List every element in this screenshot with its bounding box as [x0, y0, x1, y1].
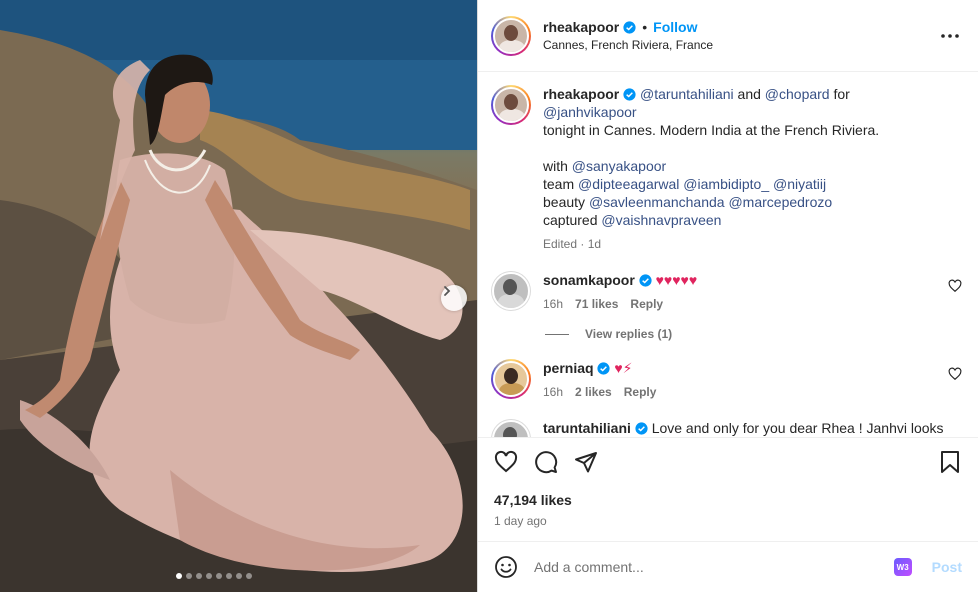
- comment-text: ♥♥♥♥♥: [655, 272, 698, 288]
- post-side-panel: rheakapoor • Follow Cannes, French Rivie…: [477, 0, 978, 592]
- comment-text: Love and only for you dear Rhea ! Janhvi…: [651, 420, 944, 436]
- caption: rheakapoor @taruntahiliani and @chopard …: [491, 85, 962, 253]
- likes-count[interactable]: 47,194 likes: [494, 492, 962, 508]
- comments-list[interactable]: rheakapoor @taruntahiliani and @chopard …: [478, 73, 978, 437]
- save-button[interactable]: [938, 450, 962, 474]
- verified-badge-icon: [635, 422, 648, 435]
- carousel-indicator: [176, 573, 252, 579]
- caption-text: for: [833, 86, 850, 102]
- post-comment-button[interactable]: Post: [932, 559, 962, 575]
- comment-item: perniaq ♥⚡ 16h 2 likes Reply: [491, 359, 962, 401]
- comment-avatar[interactable]: [491, 271, 531, 311]
- extension-icon[interactable]: W3: [893, 558, 912, 576]
- comment-username[interactable]: sonamkapoor: [543, 272, 635, 288]
- follow-button[interactable]: Follow: [653, 18, 697, 37]
- carousel-dot: [236, 573, 242, 579]
- verified-badge-icon: [623, 21, 636, 34]
- mention-link[interactable]: @chopard: [765, 86, 830, 102]
- comment-item: sonamkapoor ♥♥♥♥♥ 16h 71 likes Reply: [491, 271, 962, 313]
- comment-text: ♥⚡: [614, 360, 633, 376]
- post-header: rheakapoor • Follow Cannes, French Rivie…: [478, 0, 978, 72]
- comment-item: taruntahiliani Love and only for you dea…: [491, 419, 962, 437]
- post-location[interactable]: Cannes, French Riviera, France: [543, 37, 938, 53]
- carousel-dot: [226, 573, 232, 579]
- like-comment-heart-icon[interactable]: [948, 367, 962, 381]
- caption-text: tonight in Cannes. Modern India at the F…: [543, 122, 880, 138]
- verified-badge-icon: [639, 274, 652, 287]
- edited-timestamp: Edited · 1d: [543, 237, 602, 251]
- verified-badge-icon: [623, 88, 636, 101]
- comment-avatar[interactable]: [491, 419, 531, 437]
- mention-link[interactable]: @niyatiij: [773, 176, 826, 192]
- comment-username[interactable]: taruntahiliani: [543, 420, 631, 436]
- author-username[interactable]: rheakapoor: [543, 18, 619, 37]
- add-comment-bar: W3 Post: [478, 541, 978, 592]
- author-avatar[interactable]: [491, 15, 531, 56]
- comment-likes[interactable]: 71 likes: [575, 295, 618, 313]
- mention-link[interactable]: @janhvikapoor: [543, 104, 637, 120]
- heart-icon: [494, 450, 518, 473]
- caption-text: with: [543, 158, 568, 174]
- carousel-dot: [196, 573, 202, 579]
- post-actions: 47,194 likes 1 day ago: [478, 437, 978, 528]
- more-options-button[interactable]: [938, 24, 962, 48]
- post-photo[interactable]: [0, 0, 477, 592]
- photo-illustration: [0, 0, 477, 592]
- caption-text: beauty: [543, 194, 586, 210]
- carousel-dot: [186, 573, 192, 579]
- emoji-smiley-icon[interactable]: [494, 555, 518, 579]
- caption-username[interactable]: rheakapoor: [543, 86, 619, 102]
- caption-avatar[interactable]: [491, 85, 531, 125]
- chevron-right-icon: [444, 286, 451, 296]
- view-replies-button[interactable]: View replies (1): [545, 327, 962, 341]
- comment-likes[interactable]: 2 likes: [575, 383, 612, 401]
- comment-time: 16h: [543, 385, 564, 399]
- mention-link[interactable]: @dipteeagarwal: [578, 176, 679, 192]
- caption-text: and: [737, 86, 761, 102]
- carousel-next-button[interactable]: [441, 285, 467, 311]
- mention-link[interactable]: @iambidipto_: [683, 176, 769, 192]
- more-horizontal-icon: [941, 33, 959, 38]
- mention-link[interactable]: @sanyakapoor: [572, 158, 666, 174]
- reply-button[interactable]: Reply: [630, 295, 663, 313]
- like-comment-heart-icon[interactable]: [948, 279, 962, 293]
- comment-time: 16h: [543, 297, 564, 311]
- comment-button[interactable]: [534, 450, 558, 474]
- comment-avatar[interactable]: [491, 359, 531, 399]
- mention-link[interactable]: @taruntahiliani: [640, 86, 734, 102]
- mention-link[interactable]: @marcepedrozo: [728, 194, 832, 210]
- caption-text: captured: [543, 212, 598, 228]
- instagram-post-modal: rheakapoor • Follow Cannes, French Rivie…: [0, 0, 978, 592]
- reply-button[interactable]: Reply: [624, 383, 657, 401]
- caption-text: team: [543, 176, 575, 192]
- share-button[interactable]: [574, 450, 598, 474]
- verified-badge-icon: [597, 362, 611, 375]
- mention-link[interactable]: @savleenmanchanda: [589, 194, 725, 210]
- mention-link[interactable]: @vaishnavpraveen: [601, 212, 721, 228]
- carousel-dot: [216, 573, 222, 579]
- post-timestamp: 1 day ago: [494, 514, 547, 528]
- separator-dot: •: [642, 18, 648, 35]
- send-paper-plane-icon: [575, 452, 597, 473]
- comment-username[interactable]: perniaq: [543, 360, 594, 376]
- comment-bubble-icon: [535, 451, 558, 474]
- bookmark-icon: [941, 451, 959, 473]
- like-button[interactable]: [494, 450, 518, 474]
- view-replies-label: View replies (1): [585, 327, 673, 341]
- carousel-dot: [246, 573, 252, 579]
- carousel-dot: [206, 573, 212, 579]
- comment-input[interactable]: [534, 559, 894, 575]
- carousel-dot: [176, 573, 182, 579]
